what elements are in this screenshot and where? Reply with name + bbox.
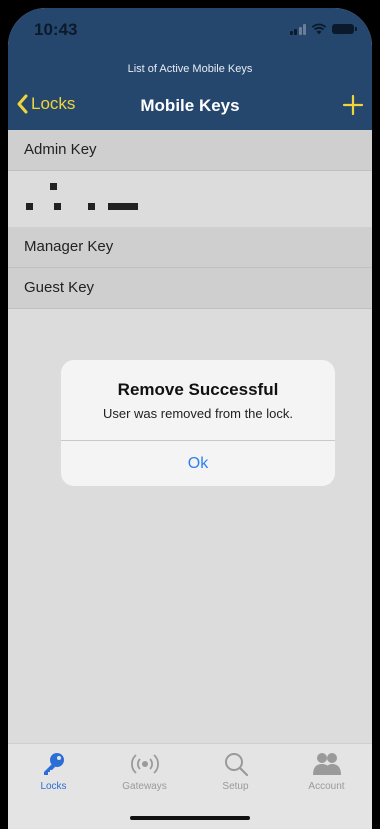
alert-dialog: Remove Successful User was removed from …: [61, 360, 335, 486]
broadcast-icon: [130, 754, 159, 774]
header-subtitle: List of Active Mobile Keys: [127, 63, 253, 75]
tab-account[interactable]: Account: [281, 750, 372, 792]
plus-icon[interactable]: [342, 94, 364, 116]
tab-label: Setup: [222, 781, 249, 792]
status-icons: [289, 23, 357, 35]
users-icon: [312, 753, 341, 775]
alert-title: Remove Successful: [117, 380, 279, 399]
navigation-header: 10:43 List of Active Mobile Keys Locks M…: [8, 8, 372, 130]
key-icon: [43, 753, 64, 775]
redacted-user-row[interactable]: [8, 171, 372, 227]
chevron-left-icon: [17, 94, 28, 114]
search-icon: [224, 753, 248, 777]
phone-screen: 10:43 List of Active Mobile Keys Locks M…: [8, 8, 372, 829]
tab-gateways[interactable]: Gateways: [99, 750, 190, 792]
back-button-label: Locks: [31, 94, 76, 113]
battery-icon: [332, 24, 357, 34]
tab-locks[interactable]: Locks: [8, 750, 99, 792]
alert-ok-button[interactable]: Ok: [61, 441, 335, 486]
tab-label: Locks: [40, 781, 67, 792]
home-indicator[interactable]: [130, 816, 250, 820]
list-item-manager-key[interactable]: Manager Key: [8, 227, 372, 268]
wifi-icon: [311, 23, 327, 35]
back-button[interactable]: Locks: [16, 94, 75, 114]
list-item-guest-key[interactable]: Guest Key: [8, 268, 372, 309]
tab-setup[interactable]: Setup: [190, 750, 281, 792]
cellular-signal-icon: [289, 23, 306, 35]
alert-message: User was removed from the lock.: [102, 406, 293, 421]
tab-label: Gateways: [122, 781, 167, 792]
list-item-admin-key[interactable]: Admin Key: [8, 130, 372, 171]
mobile-keys-list: Admin Key Manager Key Guest Key: [8, 130, 372, 309]
tab-label: Account: [308, 781, 345, 792]
status-time: 10:43: [34, 20, 78, 39]
